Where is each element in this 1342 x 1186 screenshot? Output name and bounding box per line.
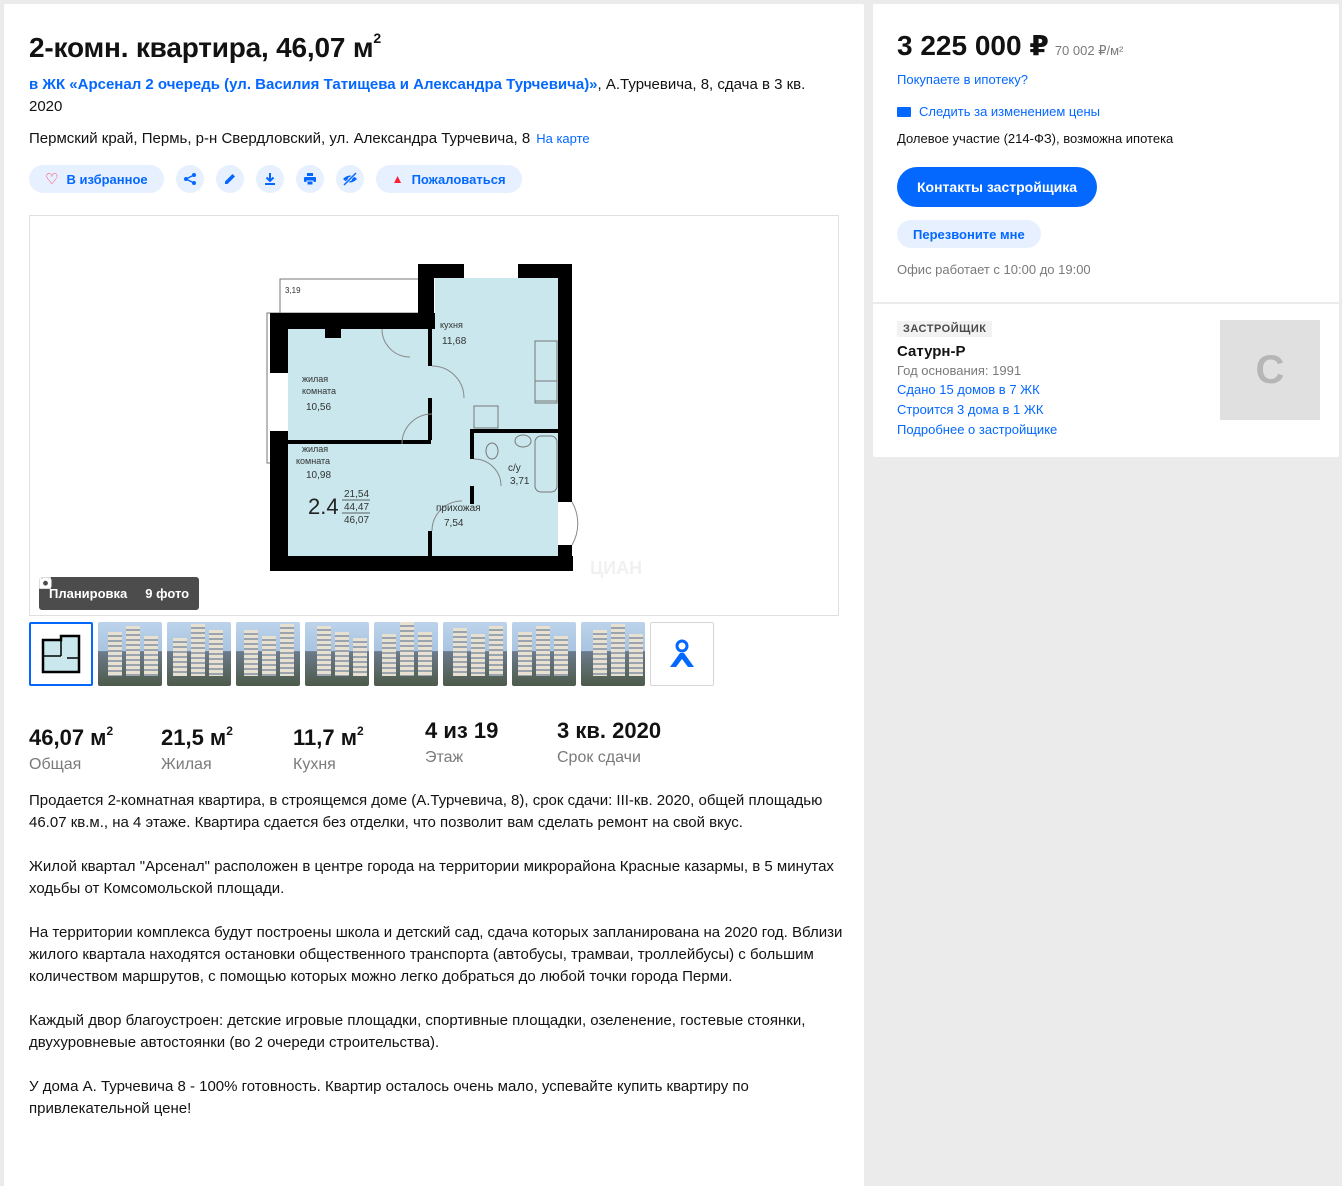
- listing-card: 2-комн. квартира, 46,07 м2 в ЖК «Арсенал…: [4, 4, 864, 1186]
- fact-total-area: 46,07 м2 Общая: [29, 724, 114, 773]
- heart-icon: ♡: [45, 170, 59, 188]
- svg-text:10,56: 10,56: [306, 402, 331, 413]
- svg-text:7,54: 7,54: [444, 518, 464, 529]
- thumbnail-photo[interactable]: [167, 622, 231, 686]
- contacts-button[interactable]: Контакты застройщика: [897, 167, 1098, 207]
- print-button[interactable]: [295, 165, 324, 193]
- camera-icon: [39, 577, 52, 588]
- svg-text:44,47: 44,47: [344, 502, 369, 513]
- complex-link[interactable]: в ЖК «Арсенал 2 очередь (ул. Василия Тат…: [29, 76, 598, 93]
- warning-icon: ▲: [391, 172, 404, 186]
- developer-tag: ЗАСТРОЙЩИК: [897, 321, 993, 337]
- key-facts: 46,07 м2 Общая 21,5 м2 Жилая 11,7 м2 Кух…: [29, 717, 689, 774]
- price-card: 3 225 000 ₽70 002 ₽/м² Покупаете в ипоте…: [873, 4, 1339, 302]
- thumbnail-photo[interactable]: [512, 622, 576, 686]
- floor-plan-thumbnail-icon: [41, 634, 81, 674]
- svg-text:3,71: 3,71: [510, 476, 530, 487]
- office-hours: Офис работает с 10:00 до 19:00: [897, 262, 1091, 277]
- address-text: Пермский край, Пермь, р-н Свердловский, …: [29, 130, 531, 147]
- callback-button[interactable]: Перезвоните мне: [897, 220, 1041, 248]
- thumbnail-photo[interactable]: [98, 622, 162, 686]
- watch-price-link[interactable]: Следить за изменением цены: [897, 104, 1100, 119]
- description-paragraph: У дома А. Турчевича 8 - 100% готовность.…: [29, 1078, 749, 1117]
- address: Пермский край, Пермь, р-н Свердловский, …: [29, 128, 590, 150]
- developer-card: ЗАСТРОЙЩИК Сатурн-Р Год основания: 1991 …: [873, 304, 1339, 457]
- map-link[interactable]: На карте: [536, 131, 589, 146]
- svg-text:комната: комната: [302, 386, 336, 396]
- description-paragraph: Продается 2-комнатная квартира, в строящ…: [29, 792, 823, 831]
- thumbnail-map[interactable]: [650, 622, 714, 686]
- svg-text:кухня: кухня: [440, 320, 463, 330]
- map-pin-icon: [670, 639, 694, 667]
- plan-tab-label: Планировка: [49, 586, 128, 601]
- deal-type: Долевое участие (214-ФЗ), возможна ипоте…: [897, 131, 1174, 146]
- svg-text:ЦИАН: ЦИАН: [590, 558, 642, 578]
- developer-building-link[interactable]: Строится 3 дома в 1 ЖК: [897, 402, 1043, 417]
- printer-icon: [303, 173, 316, 186]
- envelope-icon: [897, 106, 911, 117]
- svg-text:с/у: с/у: [508, 463, 521, 474]
- plan-tab[interactable]: Планировка: [39, 577, 128, 601]
- gallery-toolbar: Планировка 9 фото: [39, 577, 200, 610]
- thumbnail-plan[interactable]: [29, 622, 93, 686]
- svg-text:21,54: 21,54: [344, 489, 369, 500]
- eye-slash-icon: [342, 172, 357, 186]
- developer-built-link[interactable]: Сдано 15 домов в 7 ЖК: [897, 382, 1040, 397]
- complain-button[interactable]: ▲ Пожаловаться: [375, 165, 522, 193]
- price-per-meter: 70 002 ₽/м²: [1054, 43, 1124, 58]
- fact-completion: 3 кв. 2020 Срок сдачи: [557, 718, 662, 766]
- main-gallery[interactable]: 3,19 кухня 11,68 жилая комната 10,56 жил…: [29, 215, 839, 616]
- svg-text:46,07: 46,07: [344, 515, 369, 526]
- thumbnail-photo[interactable]: [374, 622, 438, 686]
- developer-founded: Год основания: 1991: [897, 363, 1022, 378]
- fact-floor: 4 из 19 Этаж: [425, 718, 499, 766]
- svg-text:10,98: 10,98: [306, 470, 331, 481]
- fact-kitchen-area: 11,7 м2 Кухня: [293, 724, 364, 773]
- share-button[interactable]: [175, 165, 204, 193]
- thumbnail-photo[interactable]: [443, 622, 507, 686]
- page-title: 2-комн. квартира, 46,07 м2: [29, 30, 381, 63]
- download-icon: [264, 173, 275, 185]
- share-icon: [183, 173, 196, 185]
- download-button[interactable]: [255, 165, 284, 193]
- svg-text:11,68: 11,68: [442, 336, 467, 347]
- description: Продается 2-комнатная квартира, в строящ…: [29, 790, 844, 1142]
- hide-button[interactable]: [335, 165, 364, 193]
- description-paragraph: Каждый двор благоустроен: детские игровы…: [29, 1012, 806, 1051]
- thumbnail-photo[interactable]: [305, 622, 369, 686]
- description-paragraph: На территории комплекса будут построены …: [29, 924, 843, 985]
- price: 3 225 000 ₽70 002 ₽/м²: [897, 30, 1124, 61]
- thumbnail-photo[interactable]: [581, 622, 645, 686]
- fact-living-area: 21,5 м2 Жилая: [161, 724, 233, 773]
- svg-text:3,19: 3,19: [285, 286, 301, 295]
- svg-text:2.4: 2.4: [308, 494, 339, 519]
- svg-text:жилая: жилая: [302, 374, 328, 384]
- svg-text:прихожая: прихожая: [436, 503, 481, 514]
- floor-plan-image: 3,19 кухня 11,68 жилая комната 10,56 жил…: [266, 264, 642, 578]
- complain-label: Пожаловаться: [411, 171, 506, 187]
- complex-info: в ЖК «Арсенал 2 очередь (ул. Василия Тат…: [29, 74, 809, 118]
- svg-text:комната: комната: [296, 456, 330, 466]
- developer-more-link[interactable]: Подробнее о застройщике: [897, 422, 1057, 437]
- mortgage-link[interactable]: Покупаете в ипотеку?: [897, 72, 1028, 87]
- thumbnail-strip: [29, 622, 714, 686]
- developer-logo[interactable]: С: [1220, 320, 1320, 420]
- developer-name: Сатурн-Р: [897, 343, 966, 360]
- description-paragraph: Жилой квартал "Арсенал" расположен в цен…: [29, 858, 834, 897]
- photos-tab[interactable]: 9 фото: [39, 577, 190, 601]
- edit-button[interactable]: [215, 165, 244, 193]
- pencil-icon: [224, 174, 235, 184]
- svg-text:жилая: жилая: [302, 444, 328, 454]
- thumbnail-photo[interactable]: [236, 622, 300, 686]
- favorite-button[interactable]: ♡ В избранное: [29, 165, 164, 193]
- action-bar: ♡ В избранное ▲ Пожаловаться: [29, 165, 522, 193]
- watch-price-label: Следить за изменением цены: [919, 104, 1100, 119]
- photos-tab-label: 9 фото: [145, 586, 190, 601]
- favorite-label: В избранное: [66, 171, 148, 187]
